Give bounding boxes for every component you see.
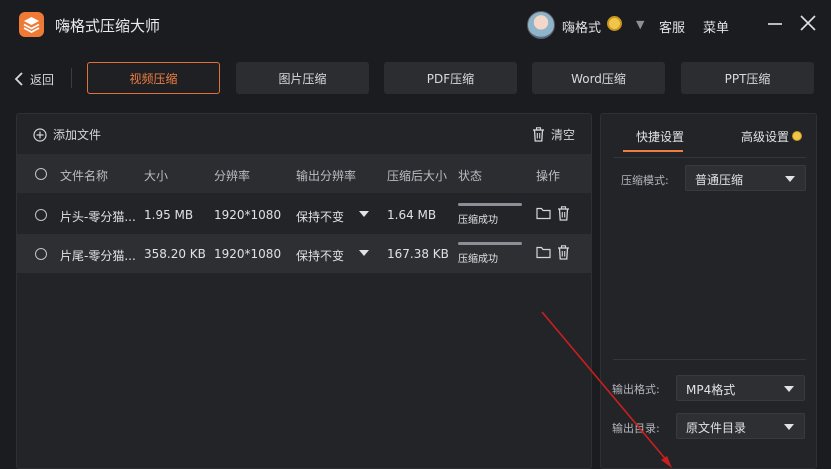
support-link[interactable]: 客服 — [659, 17, 685, 36]
row-radio[interactable] — [35, 209, 47, 221]
plus-circle-icon — [33, 127, 47, 142]
trash-icon[interactable] — [557, 206, 570, 221]
divider — [613, 157, 806, 158]
file-name: 片头-零分猫... — [60, 210, 136, 224]
menu-link[interactable]: 菜单 — [703, 17, 729, 36]
file-toolbar: 添加文件 清空 — [17, 114, 591, 154]
progress-bar — [458, 242, 522, 245]
app-logo-icon — [19, 12, 44, 37]
tab-image[interactable]: 图片压缩 — [236, 62, 369, 94]
output-dir-select[interactable]: 原文件目录 — [676, 413, 805, 439]
output-resolution-select[interactable]: 保持不变 — [296, 208, 344, 225]
chevron-down-icon[interactable] — [359, 211, 369, 217]
compress-mode-select[interactable]: 普通压缩 — [685, 165, 806, 191]
tab-ppt[interactable]: PPT压缩 — [681, 62, 814, 94]
compressed-size: 167.38 KB — [387, 247, 449, 261]
coin-icon — [607, 16, 622, 31]
avatar[interactable] — [527, 11, 555, 39]
coin-icon — [792, 131, 802, 141]
active-tab-indicator — [623, 150, 683, 152]
add-file-button[interactable]: 添加文件 — [33, 126, 101, 143]
app-title: 嗨格式压缩大师 — [55, 17, 161, 35]
col-output-resolution: 输出分辨率 — [296, 169, 357, 183]
table-row[interactable]: 片尾-零分猫... 358.20 KB 1920*1080 保持不变 167.3… — [17, 234, 591, 273]
tab-pdf[interactable]: PDF压缩 — [384, 62, 517, 94]
clear-button[interactable]: 清空 — [532, 126, 575, 143]
username[interactable]: 嗨格式 — [562, 17, 601, 36]
back-button[interactable]: 返回 — [14, 69, 54, 89]
folder-icon[interactable] — [536, 206, 551, 220]
output-format-label: 输出格式: — [612, 383, 660, 396]
tab-video[interactable]: 视频压缩 — [87, 62, 220, 94]
file-size: 358.20 KB — [144, 247, 206, 261]
output-format-value: MP4格式 — [686, 383, 736, 397]
folder-icon[interactable] — [536, 245, 551, 259]
divider — [71, 68, 72, 88]
title-bar: 嗨格式压缩大师 嗨格式 ▼ 客服 菜单 — [0, 0, 831, 50]
compressed-size: 1.64 MB — [387, 208, 437, 222]
col-size: 大小 — [144, 169, 169, 183]
compress-mode-label: 压缩模式: — [621, 174, 669, 187]
chevron-down-icon[interactable] — [784, 424, 794, 430]
status-text: 压缩成功 — [458, 254, 498, 265]
tab-quick-settings[interactable]: 快捷设置 — [636, 128, 684, 145]
chevron-left-icon — [14, 72, 23, 86]
chevron-down-icon[interactable] — [359, 250, 369, 256]
trash-icon[interactable] — [557, 245, 570, 260]
tab-advanced-settings[interactable]: 高级设置 — [741, 128, 789, 145]
chevron-down-icon[interactable]: ▼ — [636, 18, 644, 31]
file-resolution: 1920*1080 — [214, 247, 282, 261]
divider — [613, 359, 806, 360]
compress-mode-value: 普通压缩 — [695, 173, 744, 187]
col-name: 文件名称 — [60, 169, 109, 183]
minimize-icon[interactable] — [764, 12, 786, 34]
chevron-down-icon[interactable] — [785, 176, 795, 182]
col-compressed-size: 压缩后大小 — [387, 169, 448, 183]
col-resolution: 分辨率 — [214, 169, 251, 183]
file-resolution: 1920*1080 — [214, 208, 282, 222]
status-text: 压缩成功 — [458, 215, 498, 226]
select-all-radio[interactable] — [35, 168, 47, 180]
output-resolution-select[interactable]: 保持不变 — [296, 247, 344, 264]
output-dir-value: 原文件目录 — [686, 421, 747, 435]
col-actions: 操作 — [536, 169, 561, 183]
add-file-label: 添加文件 — [53, 128, 102, 142]
output-format-select[interactable]: MP4格式 — [676, 375, 805, 401]
settings-panel: 快捷设置 高级设置 压缩模式: 普通压缩 输出格式: MP4格式 输出目录: 原… — [600, 113, 817, 469]
row-radio[interactable] — [35, 248, 47, 260]
close-icon[interactable] — [797, 12, 819, 34]
col-status: 状态 — [458, 169, 483, 183]
output-dir-label: 输出目录: — [612, 422, 660, 435]
file-name: 片尾-零分猫... — [60, 249, 136, 263]
progress-bar — [458, 203, 522, 206]
file-list-panel: 添加文件 清空 文件名称 大小 分辨率 输出分辨率 压缩后大小 状态 操作 片头… — [16, 113, 592, 469]
file-size: 1.95 MB — [144, 208, 194, 222]
table-header: 文件名称 大小 分辨率 输出分辨率 压缩后大小 状态 操作 — [17, 154, 591, 193]
table-row[interactable]: 片头-零分猫... 1.95 MB 1920*1080 保持不变 1.64 MB… — [17, 195, 591, 234]
trash-icon — [532, 127, 544, 142]
clear-label: 清空 — [550, 128, 575, 142]
back-label: 返回 — [30, 72, 55, 87]
tab-word[interactable]: Word压缩 — [532, 62, 665, 94]
chevron-down-icon[interactable] — [784, 386, 794, 392]
